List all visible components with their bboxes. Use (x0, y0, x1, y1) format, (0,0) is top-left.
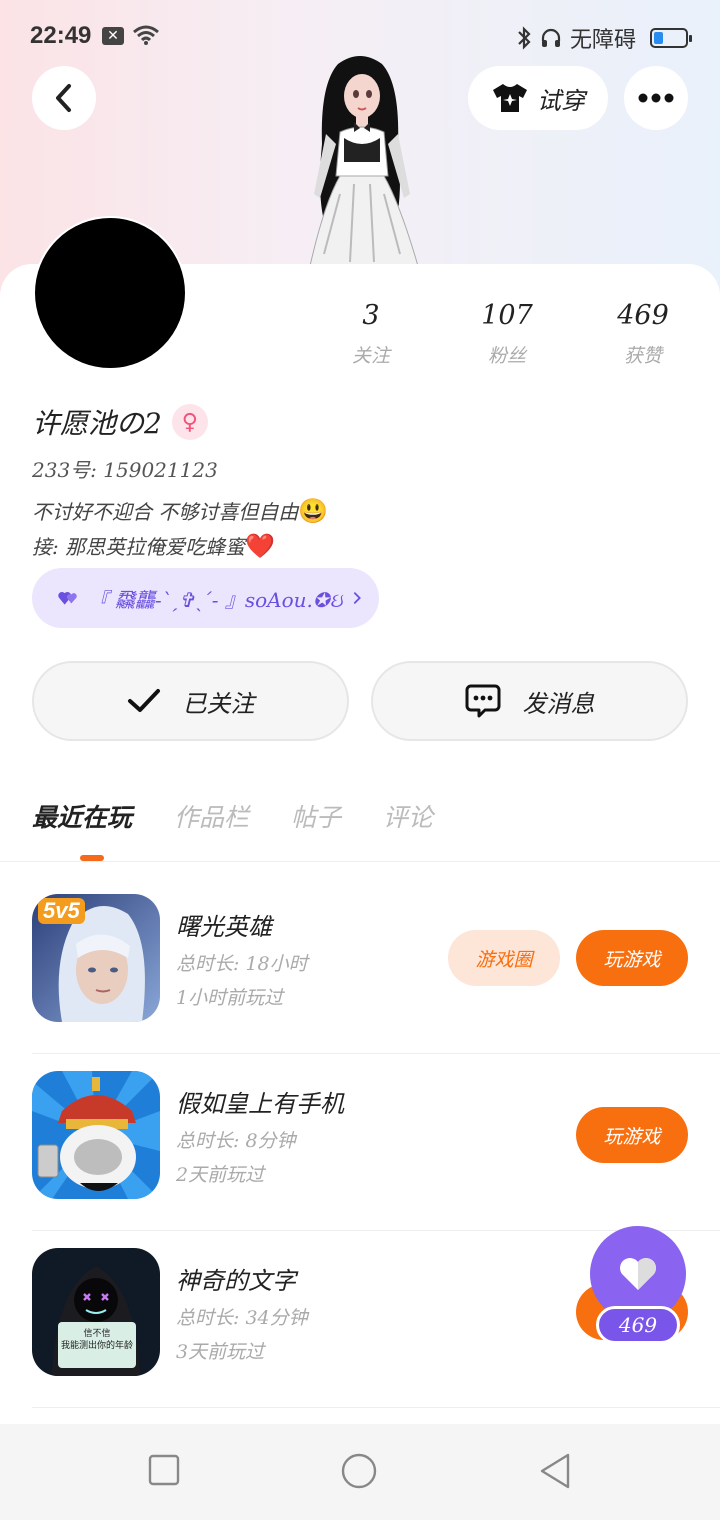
battery-icon (650, 28, 692, 48)
game-duration: 总时长: 8分钟 (176, 1130, 296, 1152)
stat-following-value: 3 (362, 300, 380, 331)
game-title: 神奇的文字 (176, 1267, 296, 1295)
accessibility-label: 无障碍 (569, 28, 636, 53)
game-last-played: 3天前玩过 (176, 1341, 265, 1363)
send-message-button[interactable]: 发消息 (371, 661, 688, 741)
username: 许愿池の2 (32, 407, 162, 440)
game-icon-dawn-heroes[interactable]: 5v5 (32, 894, 160, 1022)
heart-icon (620, 1258, 656, 1290)
play-game-button[interactable]: 玩游戏 (576, 1107, 688, 1163)
double-heart-icon (58, 591, 77, 605)
game-title: 曙光英雄 (176, 913, 272, 941)
check-icon (127, 689, 160, 712)
fan-badge[interactable]: 『 飝龘-ˋˏ✞ˎˊ- 』soAou.✪ઇ (32, 568, 379, 628)
game-row[interactable]: 5v5 曙光英雄 总时长: 18小时 1小时前玩过 游戏圈 玩游戏 (32, 877, 720, 1054)
game-duration: 总时长: 34分钟 (176, 1307, 308, 1329)
stat-likes-label: 获赞 (623, 345, 662, 367)
game-badge: 5v5 (38, 898, 85, 924)
battery-level (654, 32, 663, 44)
try-on-label: 试穿 (537, 86, 585, 115)
stat-likes-value: 469 (617, 300, 669, 331)
bluetooth-icon (518, 26, 531, 50)
grin-emoji-icon: 😃 (298, 497, 329, 525)
tab-comments[interactable]: 评论 (383, 798, 433, 834)
system-nav-bar (0, 1424, 720, 1520)
like-count: 469 (596, 1306, 680, 1344)
more-button[interactable] (624, 66, 688, 130)
status-right-group: 无障碍 (516, 22, 692, 54)
chat-bubble-icon (465, 684, 500, 718)
game-title: 假如皇上有手机 (176, 1090, 344, 1118)
bio: 不讨好不迎合 不够讨喜但自由😃 接: 那思英拉俺爱吃蜂蜜❤️ (32, 494, 328, 564)
profile-tabs: 最近在玩 作品栏 帖子 评论 (32, 798, 433, 834)
bio-line-1: 不讨好不迎合 不够讨喜但自由😃 (32, 494, 328, 529)
tab-posts[interactable]: 帖子 (291, 798, 341, 834)
headphones-icon (541, 28, 561, 47)
stat-followers-label: 粉丝 (487, 345, 526, 367)
avatar-3d-character[interactable] (280, 54, 440, 267)
bio-line-2: 接: 那思英拉俺爱吃蜂蜜❤️ (32, 529, 328, 564)
tabs-divider (0, 861, 720, 862)
tab-recently-played[interactable]: 最近在玩 (32, 798, 132, 834)
close-box-icon: ✕ (102, 27, 124, 45)
stat-likes[interactable]: 469 获赞 (588, 300, 698, 368)
followed-label: 已关注 (182, 689, 255, 718)
tab-works[interactable]: 作品栏 (174, 798, 249, 834)
stat-followers-value: 107 (481, 300, 533, 331)
avatar[interactable] (33, 216, 187, 370)
game-icon-magic-words[interactable]: 信不信 我能测出你的年龄 (32, 1248, 160, 1376)
home-icon[interactable] (340, 1452, 378, 1490)
tshirt-sparkle-icon (493, 84, 527, 112)
chevron-right-icon (353, 592, 361, 604)
game-icon-emperor-phone[interactable] (32, 1071, 160, 1199)
recent-apps-icon[interactable] (148, 1454, 180, 1486)
back-button[interactable] (32, 66, 96, 130)
chevron-left-icon (56, 84, 71, 112)
user-id: 233号: 159021123 (32, 458, 218, 482)
game-duration: 总时长: 18小时 (176, 953, 308, 975)
stat-followers[interactable]: 107 粉丝 (452, 300, 562, 368)
stat-following[interactable]: 3 关注 (316, 300, 426, 368)
status-time: 22:49 (30, 22, 92, 49)
bio-line-2-text: 接: 那思英拉俺爱吃蜂蜜 (32, 535, 246, 559)
username-row: 许愿池の2 ♀ (32, 402, 208, 442)
game-last-played: 1小时前玩过 (176, 987, 284, 1009)
stat-following-label: 关注 (351, 345, 390, 367)
game-circle-button[interactable]: 游戏圈 (448, 930, 560, 986)
more-dots-icon (638, 93, 674, 103)
try-on-button[interactable]: 试穿 (468, 66, 608, 130)
play-game-button[interactable]: 玩游戏 (576, 930, 688, 986)
bio-line-1-text: 不讨好不迎合 不够讨喜但自由 (32, 500, 299, 524)
game-last-played: 2天前玩过 (176, 1164, 265, 1186)
followed-button[interactable]: 已关注 (32, 661, 349, 741)
back-triangle-icon[interactable] (538, 1452, 572, 1490)
heart-emoji-icon: ❤️ (245, 532, 275, 560)
character-illustration (309, 56, 419, 267)
female-icon: ♀ (171, 404, 208, 440)
wifi-icon (133, 25, 159, 45)
game-icon-caption: 信不信 我能测出你的年龄 (60, 1329, 133, 1351)
send-message-label: 发消息 (522, 689, 595, 718)
fan-badge-label: 『 飝龘-ˋˏ✞ˎˊ- 』soAou.✪ઇ (88, 587, 343, 612)
game-row[interactable]: 假如皇上有手机 总时长: 8分钟 2天前玩过 玩游戏 (32, 1054, 720, 1231)
